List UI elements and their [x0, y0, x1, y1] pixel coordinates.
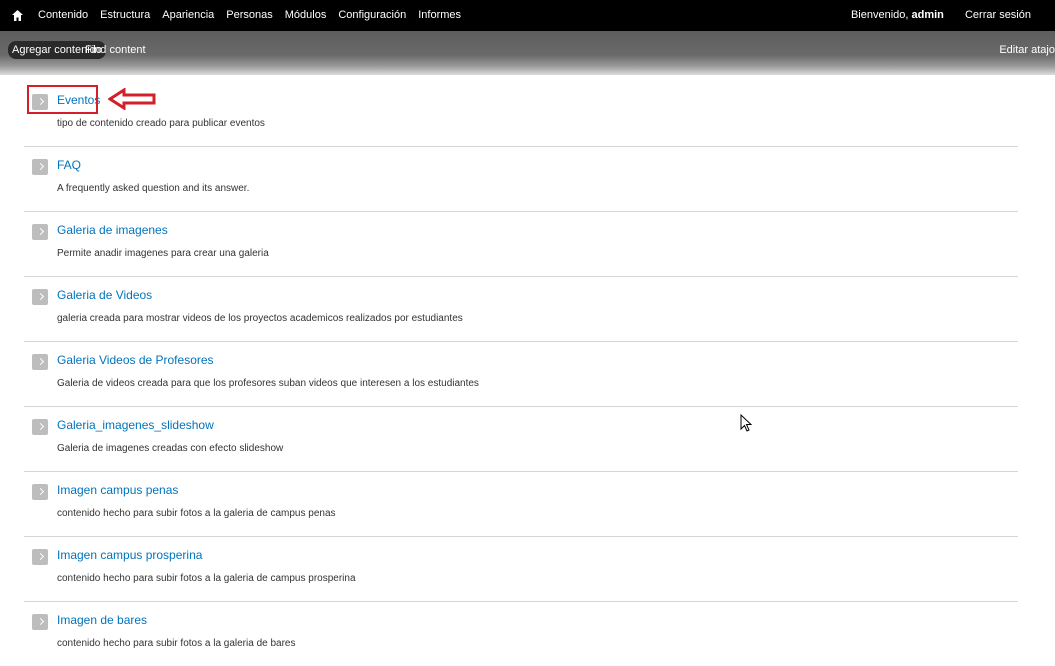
chevron-right-icon — [32, 549, 48, 565]
chevron-right-icon — [32, 419, 48, 435]
content-type-description: Galeria de videos creada para que los pr… — [57, 378, 479, 389]
chevron-right-icon — [32, 614, 48, 630]
content-type-description: contenido hecho para subir fotos a la ga… — [57, 508, 336, 519]
content-type-description: contenido hecho para subir fotos a la ga… — [57, 638, 296, 649]
shortcut-find-content[interactable]: Find content — [85, 41, 146, 59]
admin-toolbar: Contenido Estructura Apariencia Personas Mód… — [0, 0, 1055, 31]
edit-shortcuts-link[interactable]: Editar atajo — [999, 41, 1055, 59]
content-type-item[interactable]: Galeria de imagenes Permite anadir image… — [24, 212, 1018, 277]
content-type-item[interactable]: FAQ A frequently asked question and its … — [24, 147, 1018, 212]
content-type-description: Galeria de imagenes creadas con efecto s… — [57, 443, 284, 454]
content-type-item[interactable]: Galeria de Videos galeria creada para mo… — [24, 277, 1018, 342]
content-type-item[interactable]: Imagen de bares contenido hecho para sub… — [24, 602, 1018, 666]
content-type-item[interactable]: Imagen campus penas contenido hecho para… — [24, 472, 1018, 537]
content-type-item[interactable]: Galeria Videos de Profesores Galeria de … — [24, 342, 1018, 407]
chevron-right-icon — [32, 224, 48, 240]
content-type-item[interactable]: Imagen campus prosperina contenido hecho… — [24, 537, 1018, 602]
highlight-box — [27, 85, 98, 114]
menu-item-informes[interactable]: Informes — [418, 9, 461, 21]
welcome-text: Bienvenido, — [850, 9, 909, 21]
chevron-right-icon — [32, 159, 48, 175]
content-type-description: Permite anadir imagenes para crear una g… — [57, 248, 269, 259]
content-type-link-galeria-videos[interactable]: Galeria de Videos — [57, 288, 152, 302]
mouse-cursor-icon — [740, 414, 752, 432]
logout-link[interactable]: Cerrar sesión — [965, 9, 1031, 21]
content-type-link-imagen-campus-penas[interactable]: Imagen campus penas — [57, 483, 178, 497]
content-type-description: contenido hecho para subir fotos a la ga… — [57, 573, 356, 584]
content-type-link-galeria-imagenes[interactable]: Galeria de imagenes — [57, 223, 168, 237]
chevron-right-icon — [32, 354, 48, 370]
content-type-description: galeria creada para mostrar videos de lo… — [57, 313, 463, 324]
content-type-link-galeria-videos-profesores[interactable]: Galeria Videos de Profesores — [57, 353, 214, 367]
menu-item-personas[interactable]: Personas — [226, 9, 272, 21]
user-area: Bienvenido, admin Cerrar sesión — [851, 9, 1031, 21]
menu-item-configuracion[interactable]: Configuración — [338, 9, 406, 21]
content-type-link-galeria-slideshow[interactable]: Galeria_imagenes_slideshow — [57, 418, 214, 432]
content-type-description: A frequently asked question and its answ… — [57, 183, 250, 194]
menu-item-estructura[interactable]: Estructura — [100, 9, 150, 21]
chevron-right-icon — [32, 484, 48, 500]
menu-item-contenido[interactable]: Contenido — [38, 9, 88, 21]
content-type-link-imagen-bares[interactable]: Imagen de bares — [57, 613, 147, 627]
menu-item-modulos[interactable]: Módulos — [285, 9, 327, 21]
shortcuts-bar: Agregar contenido Find content Editar at… — [0, 31, 1055, 75]
content-type-list: Eventos tipo de contenido creado para pu… — [24, 82, 1018, 666]
content-type-link-imagen-campus-prosperina[interactable]: Imagen campus prosperina — [57, 548, 202, 562]
chevron-right-icon — [32, 289, 48, 305]
content-type-item[interactable]: Eventos tipo de contenido creado para pu… — [24, 82, 1018, 147]
home-icon[interactable] — [12, 10, 23, 21]
content-type-item[interactable]: Galeria_imagenes_slideshow Galeria de im… — [24, 407, 1018, 472]
content-type-link-faq[interactable]: FAQ — [57, 158, 81, 172]
menu-item-apariencia[interactable]: Apariencia — [162, 9, 214, 21]
admin-menu: Contenido Estructura Apariencia Personas Mód… — [38, 9, 473, 21]
content-type-description: tipo de contenido creado para publicar e… — [57, 118, 265, 129]
left-arrow-annotation-icon — [108, 88, 156, 110]
username-link[interactable]: admin — [912, 9, 944, 21]
